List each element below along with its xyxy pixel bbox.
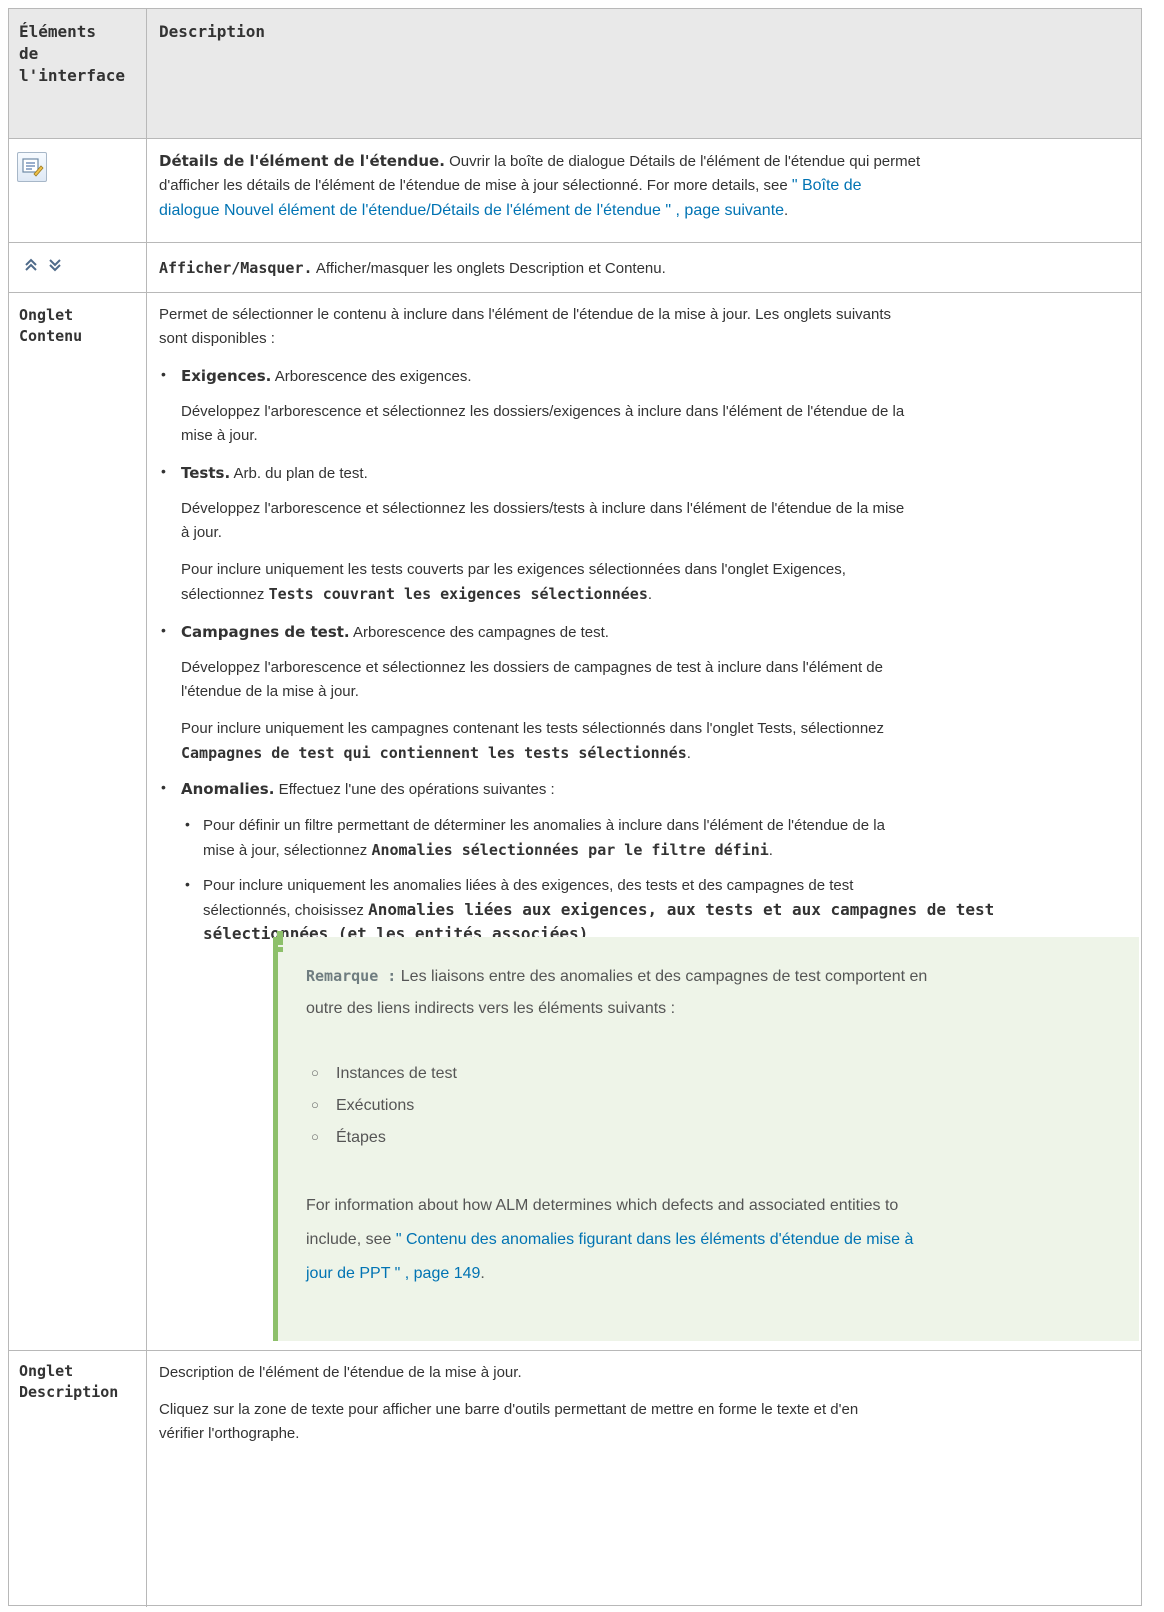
- content-label-l2: Contenu: [19, 327, 83, 345]
- toggle-text: Afficher/masquer les onglets Description…: [315, 260, 666, 277]
- ui-elements-table: Éléments de l'interface Description Déta…: [8, 8, 1142, 1607]
- toggle-title: Afficher/Masquer.: [159, 259, 313, 277]
- row-description-element: Onglet Description: [9, 1351, 147, 1607]
- note-l1: Les liaisons entre des anomalies et des …: [400, 968, 928, 985]
- tests-title: Tests.: [181, 464, 231, 482]
- header-col-elements: Éléments de l'interface: [9, 9, 147, 138]
- camp-p2: l'étendue de la mise à jour.: [181, 683, 359, 700]
- exclamation-icon: [276, 931, 284, 958]
- details-line1: Détails de l'élément de l'étendue. Ouvri…: [159, 150, 1131, 173]
- anom-s2a: Pour inclure uniquement les anomalies li…: [203, 877, 854, 894]
- anom-s1a: Pour définir un filtre permettant de dét…: [203, 817, 885, 834]
- note-item-3: Étapes: [336, 1129, 386, 1146]
- anom-s1c: Anomalies sélectionnées par le filtre dé…: [371, 841, 769, 859]
- anom-s2-line2: sélectionnés, choisissez Anomalies liées…: [203, 899, 1131, 922]
- double-chevron-down-icon[interactable]: [47, 257, 63, 278]
- tests-line: Tests. Arb. du plan de test.: [181, 462, 1131, 485]
- tests-text: Arb. du plan de test.: [233, 465, 368, 482]
- bullet-dot: •: [185, 876, 190, 892]
- tests-p1: Développez l'arborescence et sélectionne…: [181, 500, 905, 517]
- details-line3: dialogue Nouvel élément de l'étendue/Dét…: [159, 200, 1131, 222]
- table-row: Onglet Description Description de l'élém…: [9, 1351, 1141, 1607]
- camp-p1: Développez l'arborescence et sélectionne…: [181, 659, 883, 676]
- toggle-line: Afficher/Masquer. Afficher/masquer les o…: [159, 257, 1131, 280]
- anom-title: Anomalies.: [181, 780, 275, 798]
- details-text2: d'afficher les détails de l'élément de l…: [159, 177, 788, 194]
- note-item-2: Exécutions: [336, 1097, 415, 1114]
- row-toggle-element: [9, 243, 147, 292]
- camp-line: Campagnes de test. Arborescence des camp…: [181, 621, 1131, 644]
- note-l2: outre des liens indirects vers les éléme…: [306, 1000, 676, 1017]
- anom-s1b: mise à jour, sélectionnez: [203, 842, 368, 859]
- details-text: Ouvrir la boîte de dialogue Détails de l…: [449, 153, 921, 170]
- row-details-element: [9, 139, 147, 242]
- bullet-dot: •: [161, 779, 166, 795]
- header-col1-line1: Éléments: [19, 22, 97, 41]
- note-f2a: include, see: [306, 1231, 392, 1248]
- header-col1-line3: l'interface: [19, 66, 125, 85]
- header-col1-line2: de: [19, 44, 39, 63]
- tests-p2: à jour.: [181, 524, 222, 541]
- camp-title: Campagnes de test.: [181, 623, 350, 641]
- desc-l3: vérifier l'orthographe.: [159, 1425, 300, 1442]
- note-box: Remarque : Les liaisons entre des anomal…: [273, 931, 1139, 1341]
- camp-text: Arborescence des campagnes de test.: [352, 624, 609, 641]
- anom-s2b: sélectionnés, choisissez: [203, 902, 364, 919]
- note-f3: jour de PPT " , page 149.: [306, 1263, 1127, 1285]
- camp-p4: Campagnes de test qui contiennent les te…: [181, 742, 1131, 765]
- note-item-1: Instances de test: [336, 1065, 457, 1082]
- details-link-part1[interactable]: " Boîte de: [792, 177, 862, 194]
- bullet-dot: •: [161, 622, 166, 638]
- bullet-dot: •: [185, 816, 190, 832]
- note-f2b: .: [480, 1265, 485, 1282]
- note-f1: For information about how ALM determines…: [306, 1197, 899, 1214]
- header-col2: Description: [159, 22, 265, 41]
- req-text: Arborescence des exigences.: [274, 368, 472, 385]
- req-title: Exigences.: [181, 367, 272, 385]
- tests-p4c: .: [647, 586, 653, 603]
- req-p1: Développez l'arborescence et sélectionne…: [181, 403, 905, 420]
- circle-bullet: ○: [311, 1097, 319, 1112]
- row-content-element: Onglet Contenu: [9, 293, 147, 1350]
- details-title: Détails de l'élément de l'étendue.: [159, 152, 445, 170]
- note-link-part2[interactable]: jour de PPT " , page 149: [306, 1265, 480, 1282]
- tests-p4b: Tests couvrant les exigences sélectionné…: [268, 585, 648, 603]
- camp-p4b: .: [686, 745, 691, 762]
- bullet-dot: •: [161, 366, 166, 382]
- note-f2: include, see " Contenu des anomalies fig…: [306, 1229, 1127, 1251]
- desc-l2: Cliquez sur la zone de texte pour affich…: [159, 1401, 859, 1418]
- note-label: Remarque :: [306, 967, 397, 985]
- double-chevron-up-icon[interactable]: [23, 257, 39, 278]
- camp-p3: Pour inclure uniquement les campagnes co…: [181, 720, 885, 737]
- anom-line: Anomalies. Effectuez l'une des opération…: [181, 778, 1131, 801]
- camp-p4a: Campagnes de test qui contiennent les te…: [181, 744, 687, 762]
- anom-s1d: .: [768, 842, 773, 859]
- content-intro-l1: Permet de sélectionner le contenu à incl…: [159, 306, 892, 323]
- edit-details-icon[interactable]: [17, 152, 47, 182]
- circle-bullet: ○: [311, 1065, 319, 1080]
- table-header: Éléments de l'interface Description: [9, 9, 1141, 139]
- tests-p4: sélectionnez Tests couvrant les exigence…: [181, 583, 1131, 606]
- content-label-l1: Onglet: [19, 306, 74, 324]
- circle-bullet: ○: [311, 1129, 319, 1144]
- table-row: Détails de l'élément de l'étendue. Ouvri…: [9, 139, 1141, 243]
- details-end: .: [784, 202, 789, 219]
- anom-s1-line2: mise à jour, sélectionnez Anomalies séle…: [203, 839, 1131, 862]
- anom-s2c: Anomalies liées aux exigences, aux tests…: [368, 900, 995, 919]
- desc-label-l2: Description: [19, 1383, 119, 1401]
- desc-label-l1: Onglet: [19, 1362, 74, 1380]
- content-intro-l2: sont disponibles :: [159, 330, 275, 347]
- tests-p4a: sélectionnez: [181, 586, 265, 603]
- desc-l1: Description de l'élément de l'étendue de…: [159, 1364, 522, 1381]
- table-row: Afficher/Masquer. Afficher/masquer les o…: [9, 243, 1141, 293]
- req-p2: mise à jour.: [181, 427, 258, 444]
- tests-p3: Pour inclure uniquement les tests couver…: [181, 561, 846, 578]
- anom-text: Effectuez l'une des opérations suivantes…: [278, 781, 555, 798]
- bullet-dot: •: [161, 463, 166, 479]
- note-link-part1[interactable]: " Contenu des anomalies figurant dans le…: [396, 1231, 914, 1248]
- details-line2: d'afficher les détails de l'élément de l…: [159, 175, 1131, 197]
- note-line1: Remarque : Les liaisons entre des anomal…: [306, 965, 1127, 988]
- details-link-part2[interactable]: dialogue Nouvel élément de l'étendue/Dét…: [159, 202, 784, 219]
- req-line: Exigences. Arborescence des exigences.: [181, 365, 1131, 388]
